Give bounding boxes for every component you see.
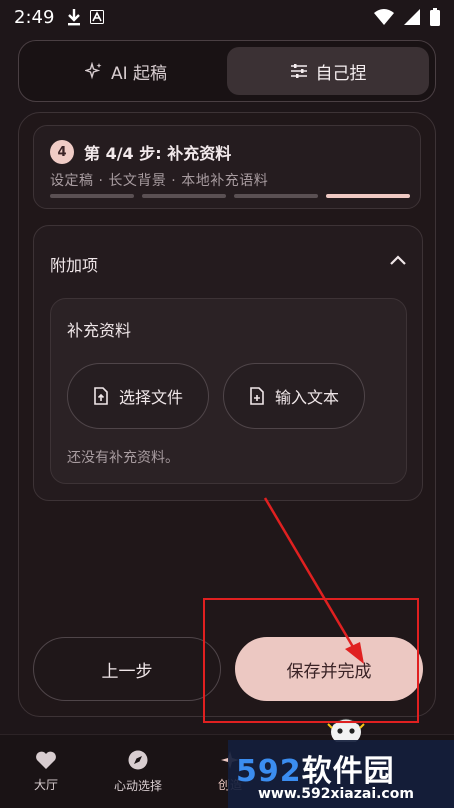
- tab-ai-draft[interactable]: AI 起稿: [25, 47, 227, 95]
- step-progress-segment-1: [50, 194, 134, 198]
- input-text-button[interactable]: 输入文本: [223, 363, 365, 429]
- step-progress: [50, 194, 410, 198]
- signal-icon: [404, 9, 420, 25]
- step-indicator: 4 第 4/4 步: 补充资料 设定稿 · 长文背景 · 本地补充语料: [33, 125, 421, 209]
- tab-manual-label: 自己捏: [315, 63, 367, 84]
- download-icon: [68, 9, 81, 26]
- file-add-icon: [250, 387, 264, 405]
- status-bar: 2:49: [0, 0, 454, 34]
- site-watermark: 592软件园 www.592xiazai.com: [228, 740, 454, 808]
- previous-step-button[interactable]: 上一步: [33, 637, 221, 701]
- app-notification-icon: [90, 10, 105, 24]
- tab-manual[interactable]: 自己捏: [227, 47, 429, 95]
- nav-item-heart-choice-label: 心动选择: [113, 779, 162, 793]
- sparkle-icon: [84, 62, 102, 80]
- collapse-toggle[interactable]: [384, 246, 412, 274]
- mode-switch: AI 起稿 自己捏: [18, 40, 436, 102]
- battery-icon: [430, 8, 440, 26]
- heart-icon: [36, 751, 56, 769]
- sliders-icon: [290, 64, 307, 78]
- file-upload-icon: [94, 387, 108, 405]
- watermark-brand-number: 592: [236, 754, 302, 789]
- watermark-brand-cn: 软件园: [301, 754, 395, 789]
- empty-state-text: 还没有补充资料。: [67, 450, 179, 466]
- extras-title: 附加项: [50, 256, 99, 275]
- choose-file-label: 选择文件: [118, 388, 183, 407]
- tab-ai-draft-label: AI 起稿: [110, 63, 168, 84]
- choose-file-button[interactable]: 选择文件: [67, 363, 209, 429]
- chevron-up-icon: [390, 255, 406, 265]
- nav-item-lobby[interactable]: 大厅: [0, 735, 92, 808]
- watermark-url: www.592xiazai.com: [258, 786, 414, 802]
- step-number-badge: 4: [50, 140, 74, 164]
- nav-item-heart-choice[interactable]: 心动选择: [92, 735, 184, 808]
- supplement-title: 补充资料: [67, 321, 132, 340]
- step-subtitle: 设定稿 · 长文背景 · 本地补充语料: [50, 173, 269, 189]
- supplement-card: 补充资料 选择文件 输入文本 还没有补充资料。: [50, 298, 407, 484]
- extras-section: 附加项 补充资料 选择文件 输入文本 还没有补充资料。: [33, 225, 423, 501]
- watermark-brand: 592软件园: [236, 746, 395, 790]
- save-and-finish-button[interactable]: 保存并完成: [235, 637, 423, 701]
- step-progress-segment-2: [142, 194, 226, 198]
- nav-item-lobby-label: 大厅: [33, 778, 58, 792]
- step-title: 第 4/4 步: 补充资料: [84, 144, 232, 163]
- wifi-icon: [374, 9, 394, 25]
- compass-icon: [128, 750, 148, 770]
- step-progress-segment-3: [234, 194, 318, 198]
- step-progress-segment-4: [326, 194, 410, 198]
- input-text-label: 输入文本: [274, 388, 339, 407]
- status-time: 2:49: [14, 6, 55, 28]
- editor-panel: 4 第 4/4 步: 补充资料 设定稿 · 长文背景 · 本地补充语料 附加项 …: [18, 112, 436, 717]
- mascot-icon: [327, 718, 365, 742]
